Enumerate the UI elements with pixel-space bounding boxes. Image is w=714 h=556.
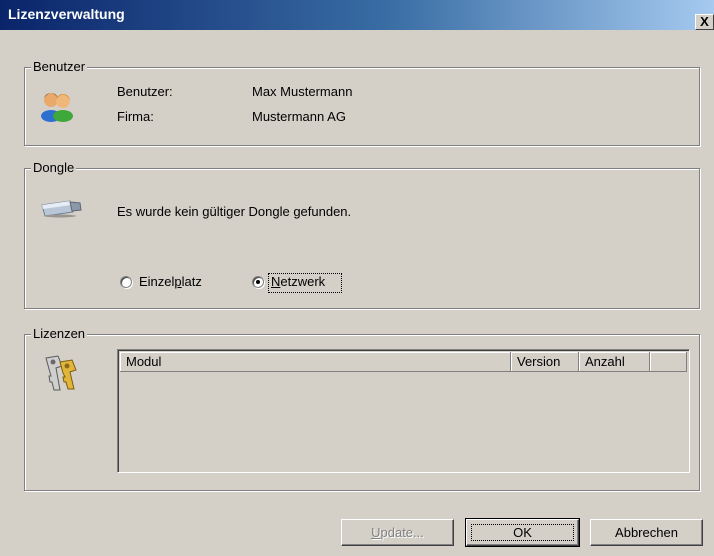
radio-einzelplatz[interactable] xyxy=(120,276,132,288)
user-group-caption: Benutzer xyxy=(31,59,88,74)
radio-einzelplatz-label[interactable]: Einzelplatz xyxy=(139,274,202,289)
ok-button[interactable]: OK xyxy=(465,518,580,547)
radio-netzwerk-label[interactable]: Netzwerk xyxy=(271,274,325,289)
users-icon xyxy=(41,93,73,122)
title-bar: Lizenzverwaltung xyxy=(0,0,714,30)
column-header-anzahl[interactable]: Anzahl xyxy=(579,352,650,372)
keys-icon xyxy=(45,355,77,391)
company-label: Firma: xyxy=(117,109,154,124)
dongle-group-caption: Dongle xyxy=(31,160,77,175)
update-button[interactable]: Update... xyxy=(341,519,454,546)
user-value: Max Mustermann xyxy=(252,84,353,99)
cancel-button[interactable]: Abbrechen xyxy=(590,519,703,546)
column-header-modul[interactable]: Modul xyxy=(120,352,511,372)
radio-netzwerk[interactable] xyxy=(252,276,264,288)
licenses-list[interactable]: Modul Version Anzahl xyxy=(117,349,690,473)
column-header-version[interactable]: Version xyxy=(511,352,579,372)
licenses-group-caption: Lizenzen xyxy=(31,326,88,341)
user-group: Benutzer xyxy=(24,59,700,146)
close-button[interactable]: X xyxy=(695,14,714,30)
dongle-status: Es wurde kein gültiger Dongle gefunden. xyxy=(117,204,352,219)
column-header-filler xyxy=(650,352,687,372)
ok-button-focus xyxy=(471,524,574,541)
window-title: Lizenzverwaltung xyxy=(8,6,125,22)
company-value: Mustermann AG xyxy=(252,109,346,124)
usb-dongle-icon xyxy=(41,200,82,218)
user-label: Benutzer: xyxy=(117,84,173,99)
